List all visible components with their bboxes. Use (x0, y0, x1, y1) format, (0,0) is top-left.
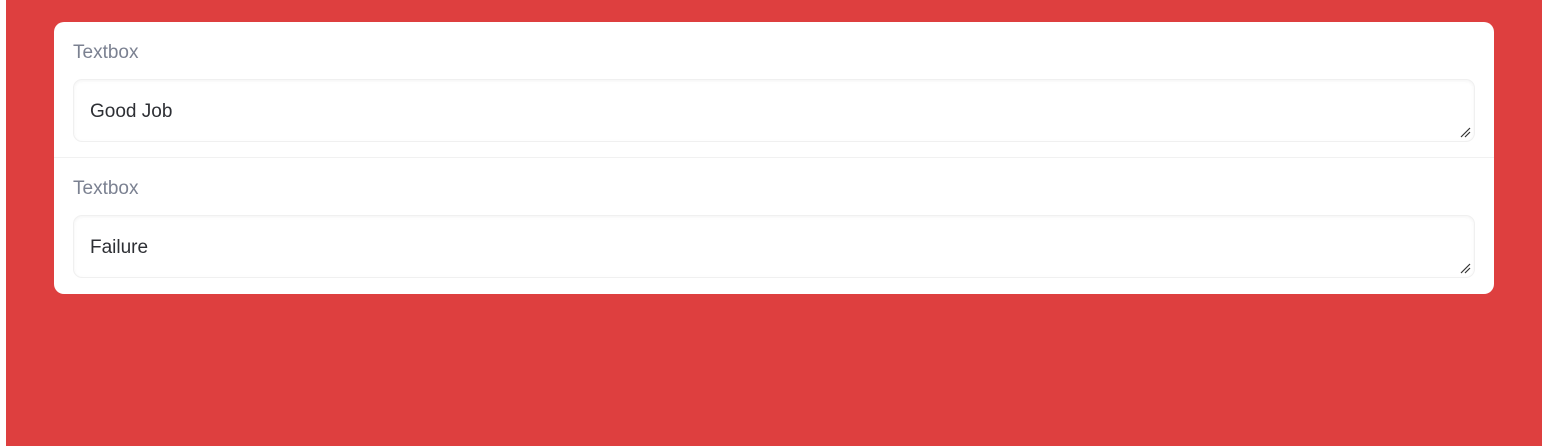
textbox-block-1: Textbox Good Job (54, 22, 1494, 158)
textbox-block-2: Textbox Failure (54, 158, 1494, 294)
textbox-label: Textbox (73, 42, 139, 63)
resize-handle-icon[interactable] (1459, 126, 1471, 138)
resize-handle-icon[interactable] (1459, 262, 1471, 274)
textbox-value: Failure (90, 237, 149, 258)
textbox-input[interactable]: Good Job (73, 79, 1475, 142)
textbox-panel: Textbox Good Job Textbox Failure (54, 22, 1494, 294)
textbox-value: Good Job (90, 101, 173, 122)
textbox-label: Textbox (73, 178, 139, 199)
app-background: Textbox Good Job Textbox Failure (6, 0, 1542, 446)
textbox-input[interactable]: Failure (73, 215, 1475, 278)
